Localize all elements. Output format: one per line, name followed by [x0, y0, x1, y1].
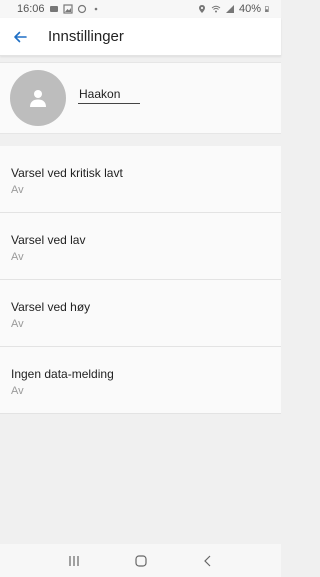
- setting-value: Av: [11, 251, 24, 263]
- app-bar: Innstillinger: [0, 18, 281, 56]
- setting-title: Varsel ved lav: [11, 233, 86, 247]
- status-bar: 16:06 40%: [0, 0, 281, 18]
- setting-high-alert[interactable]: Varsel ved høy Av: [0, 280, 281, 347]
- person-icon: [30, 90, 46, 107]
- settings-list: Varsel ved kritisk lavt Av Varsel ved la…: [0, 146, 281, 414]
- status-left: 16:06: [17, 3, 101, 15]
- chevron-left-icon: [203, 555, 210, 566]
- setting-title: Varsel ved kritisk lavt: [11, 166, 123, 180]
- setting-title: Varsel ved høy: [11, 300, 91, 314]
- location-icon: [198, 5, 205, 13]
- avatar[interactable]: [10, 70, 66, 126]
- setting-no-data-alert[interactable]: Ingen data-melding Av: [0, 347, 281, 414]
- setting-value: Av: [11, 385, 24, 397]
- battery-icon: [265, 6, 269, 12]
- arrow-left-icon: [14, 31, 27, 42]
- name-field[interactable]: Haakon: [78, 87, 140, 104]
- back-button[interactable]: [0, 18, 40, 56]
- system-back-button[interactable]: [196, 549, 220, 573]
- system-nav-bar: [0, 544, 281, 577]
- setting-critical-low-alert[interactable]: Varsel ved kritisk lavt Av: [0, 146, 281, 213]
- image-icon: [62, 4, 73, 14]
- notification-icon: [49, 6, 58, 12]
- wifi-icon: [211, 5, 221, 13]
- status-time: 16:06: [17, 3, 45, 15]
- home-button[interactable]: [129, 549, 153, 573]
- battery-level: 40%: [238, 3, 261, 15]
- setting-low-alert[interactable]: Varsel ved lav Av: [0, 213, 281, 280]
- profile-card: Haakon: [0, 62, 281, 134]
- status-right: 40%: [197, 3, 271, 15]
- setting-value: Av: [11, 184, 24, 196]
- setting-value: Av: [11, 318, 24, 330]
- page-title: Innstillinger: [48, 28, 124, 45]
- recent-apps-button[interactable]: [62, 549, 86, 573]
- signal-icon: [225, 5, 234, 13]
- dot-icon: [94, 7, 97, 11]
- sync-icon: [77, 4, 86, 14]
- home-icon: [134, 554, 147, 567]
- setting-title: Ingen data-melding: [11, 367, 114, 381]
- recent-apps-icon: [68, 555, 79, 566]
